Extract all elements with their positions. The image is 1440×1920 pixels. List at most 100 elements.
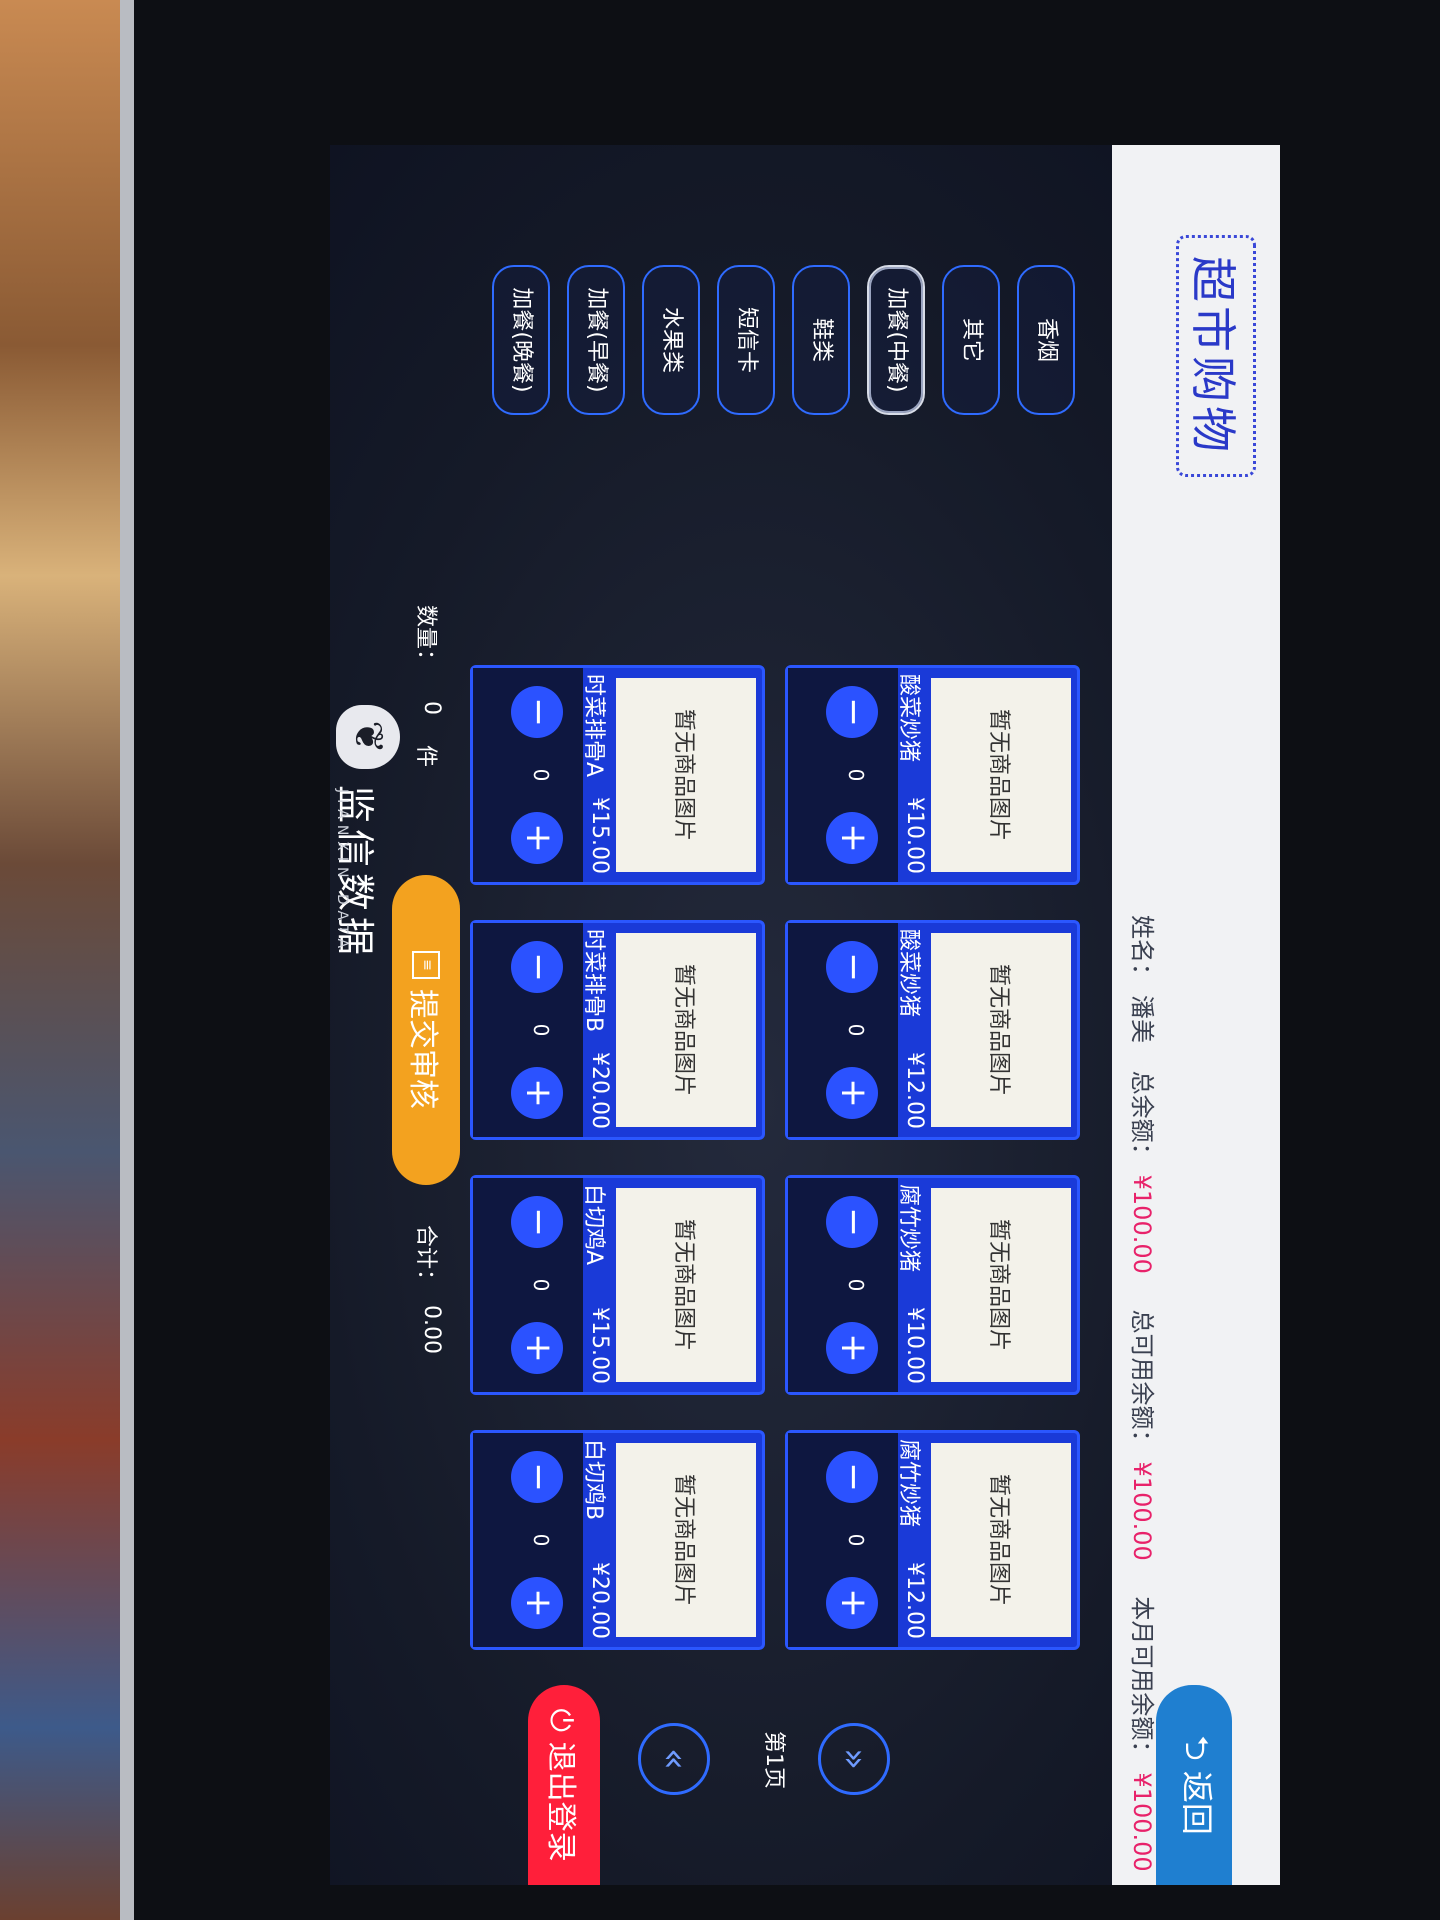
product-image-placeholder: 暂无商品图片: [931, 1443, 1071, 1637]
header-bar: 超市购物 姓名： 潘美 总余额： ¥100.00 总可用余额： ¥100.00 本月可…: [1112, 145, 1280, 1885]
product-price: ¥12.00: [902, 1562, 927, 1639]
product-image-placeholder: 暂无商品图片: [931, 1188, 1071, 1382]
minus-button[interactable]: −: [826, 941, 878, 993]
quantity-value: 0: [844, 1533, 868, 1547]
product-card[interactable]: 暂无商品图片 酸菜炒猪 ¥12.00 − 0 +: [785, 920, 1080, 1140]
plus-button[interactable]: +: [511, 1577, 563, 1629]
total-label: 合计：: [413, 1225, 438, 1292]
category-tab-lunch[interactable]: 加餐(中餐): [867, 265, 925, 415]
product-name: 腐竹炒猪: [896, 1439, 921, 1528]
product-image-placeholder: 暂无商品图片: [616, 1443, 756, 1637]
plus-button[interactable]: +: [511, 1322, 563, 1374]
total-balance-value: ¥100.00: [1128, 1174, 1156, 1274]
page-number: 第1页: [761, 1731, 786, 1789]
product-image-placeholder: 暂无商品图片: [616, 933, 756, 1127]
minus-button[interactable]: −: [511, 941, 563, 993]
product-card[interactable]: 暂无商品图片 腐竹炒猪 ¥12.00 − 0 +: [785, 1430, 1080, 1650]
plus-button[interactable]: +: [826, 1577, 878, 1629]
quantity-value: 0: [844, 1023, 868, 1037]
back-button[interactable]: ⮌ 返回: [1156, 1685, 1232, 1885]
page-title: 超市购物: [1176, 235, 1256, 477]
category-tab-cigarettes[interactable]: 香烟: [1017, 265, 1075, 415]
product-price: ¥12.00: [902, 1052, 927, 1129]
product-price: ¥10.00: [902, 1307, 927, 1384]
product-name: 白切鸡A: [581, 1184, 606, 1266]
quantity-total: 0: [419, 701, 444, 715]
quantity-stepper: − 0 +: [788, 668, 898, 882]
product-price: ¥20.00: [587, 1562, 612, 1639]
quantity-value: 0: [529, 1023, 553, 1037]
product-card[interactable]: 暂无商品图片 时菜排骨A ¥15.00 − 0 +: [470, 665, 765, 885]
shield-icon: ❦: [336, 705, 400, 769]
product-price: ¥20.00: [587, 1052, 612, 1129]
quantity-unit: 件: [413, 745, 438, 768]
quantity-value: 0: [529, 1278, 553, 1292]
quantity-value: 0: [844, 1278, 868, 1292]
plus-button[interactable]: +: [826, 812, 878, 864]
prev-page-button[interactable]: «: [638, 1723, 710, 1795]
plus-button[interactable]: +: [511, 812, 563, 864]
minus-button[interactable]: −: [826, 1451, 878, 1503]
submit-review-button[interactable]: ≡ 提交审核: [392, 875, 460, 1185]
next-page-button[interactable]: »: [818, 1723, 890, 1795]
product-name: 酸菜炒猪: [896, 929, 921, 1018]
quantity-stepper: − 0 +: [788, 923, 898, 1137]
category-tab-fruit[interactable]: 水果类: [642, 265, 700, 415]
plus-button[interactable]: +: [511, 1067, 563, 1119]
product-card[interactable]: 暂无商品图片 白切鸡A ¥15.00 − 0 +: [470, 1175, 765, 1395]
product-name: 时菜排骨A: [581, 674, 606, 778]
plus-button[interactable]: +: [826, 1322, 878, 1374]
category-tab-sms-card[interactable]: 短信卡: [717, 265, 775, 415]
product-image-placeholder: 暂无商品图片: [616, 678, 756, 872]
minus-button[interactable]: −: [511, 1451, 563, 1503]
quantity-value: 0: [529, 1533, 553, 1547]
category-list: 香烟 其它 加餐(中餐) 鞋类 短信卡 水果类 加餐(早餐) 加餐(晚餐): [455, 265, 1075, 645]
product-image-placeholder: 暂无商品图片: [931, 933, 1071, 1127]
product-card[interactable]: 暂无商品图片 腐竹炒猪 ¥10.00 − 0 +: [785, 1175, 1080, 1395]
name-label: 姓名：: [1128, 915, 1156, 987]
product-card[interactable]: 暂无商品图片 时菜排骨B ¥20.00 − 0 +: [470, 920, 765, 1140]
product-name: 时菜排骨B: [581, 929, 606, 1033]
quantity-stepper: − 0 +: [788, 1433, 898, 1647]
minus-button[interactable]: −: [511, 686, 563, 738]
product-image-placeholder: 暂无商品图片: [931, 678, 1071, 872]
total-balance-label: 总余额：: [1128, 1070, 1156, 1167]
quantity-value: 0: [529, 768, 553, 782]
category-tab-dinner[interactable]: 加餐(晚餐): [492, 265, 550, 415]
product-image-placeholder: 暂无商品图片: [616, 1188, 756, 1382]
quantity-stepper: − 0 +: [473, 923, 583, 1137]
plus-button[interactable]: +: [826, 1067, 878, 1119]
quantity-stepper: − 0 +: [473, 668, 583, 882]
month-available-value: ¥100.00: [1128, 1772, 1156, 1872]
brand-subtitle: JIANXIN DATA: [334, 789, 350, 955]
kiosk-screen: 超市购物 姓名： 潘美 总余额： ¥100.00 总可用余额： ¥100.00 本月可…: [330, 145, 1280, 1885]
quantity-stepper: − 0 +: [473, 1433, 583, 1647]
logout-button[interactable]: ⏻ 退出登录: [528, 1685, 600, 1885]
product-name: 腐竹炒猪: [896, 1184, 921, 1273]
total-amount: 0.00: [419, 1305, 444, 1354]
product-grid: 暂无商品图片 酸菜炒猪 ¥10.00 − 0 + 暂无商品图片 酸菜炒猪 ¥12…: [460, 665, 1080, 1665]
quantity-label: 数量：: [413, 605, 438, 672]
category-tab-breakfast[interactable]: 加餐(早餐): [567, 265, 625, 415]
quantity-stepper: − 0 +: [473, 1178, 583, 1392]
product-name: 酸菜炒猪: [896, 674, 921, 763]
total-available-label: 总可用余额：: [1128, 1309, 1156, 1454]
product-name: 白切鸡B: [581, 1439, 606, 1521]
product-card[interactable]: 暂无商品图片 白切鸡B ¥20.00 − 0 +: [470, 1430, 765, 1650]
quantity-value: 0: [844, 768, 868, 782]
brand-logo: ❦ 监信数据 JIANXIN DATA: [332, 705, 400, 1125]
category-tab-other[interactable]: 其它: [942, 265, 1000, 415]
product-price: ¥10.00: [902, 797, 927, 874]
minus-button[interactable]: −: [511, 1196, 563, 1248]
user-name: 潘美: [1128, 995, 1156, 1043]
category-tab-shoes[interactable]: 鞋类: [792, 265, 850, 415]
product-price: ¥15.00: [587, 1307, 612, 1384]
month-available-label: 本月可用余额：: [1128, 1596, 1156, 1765]
quantity-stepper: − 0 +: [788, 1178, 898, 1392]
minus-button[interactable]: −: [826, 686, 878, 738]
product-card[interactable]: 暂无商品图片 酸菜炒猪 ¥10.00 − 0 +: [785, 665, 1080, 885]
total-available-value: ¥100.00: [1128, 1461, 1156, 1561]
minus-button[interactable]: −: [826, 1196, 878, 1248]
submit-label: 提交审核: [405, 989, 440, 1109]
product-price: ¥15.00: [587, 797, 612, 874]
